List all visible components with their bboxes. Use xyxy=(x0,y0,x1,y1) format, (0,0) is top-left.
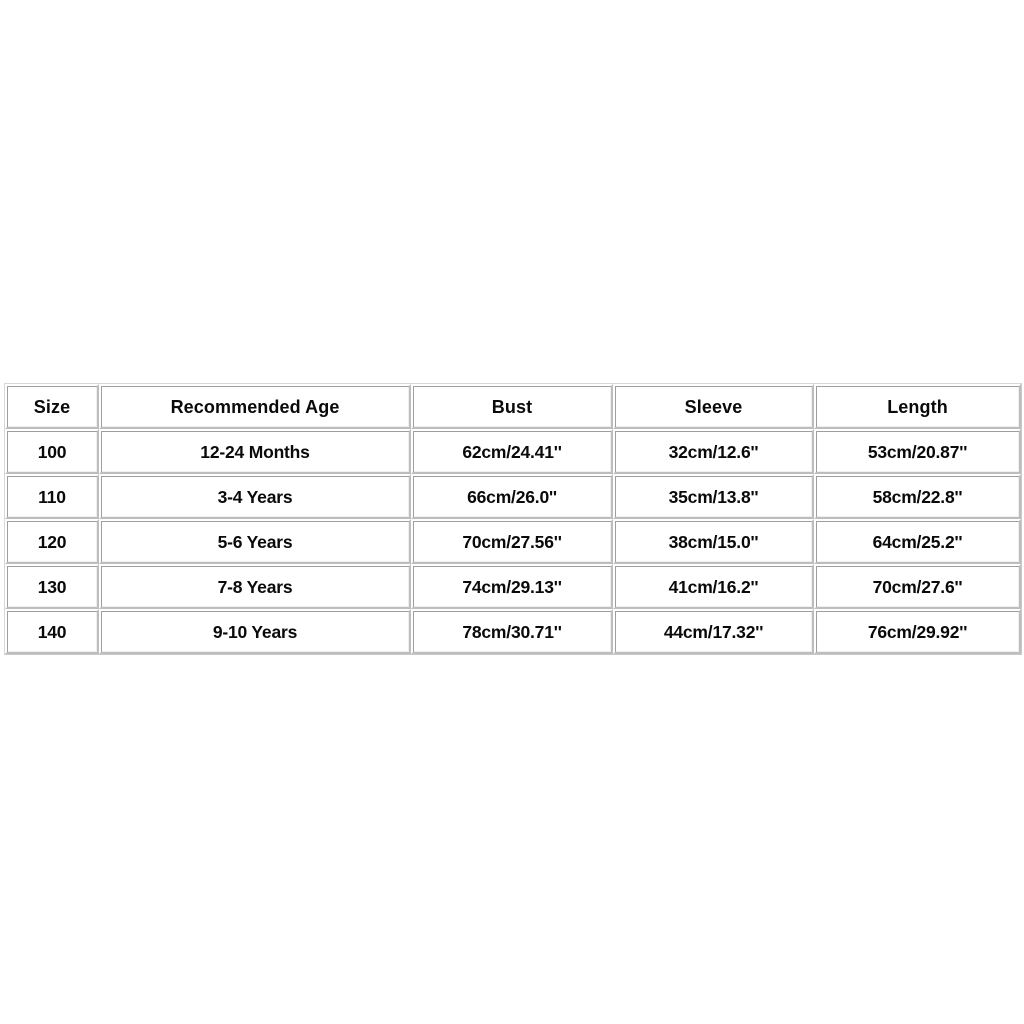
cell-age: 7-8 Years xyxy=(99,564,411,609)
column-header-sleeve: Sleeve xyxy=(613,384,814,429)
table-row: 130 7-8 Years 74cm/29.13'' 41cm/16.2'' 7… xyxy=(5,564,1021,609)
page-canvas: Size Recommended Age Bust Sleeve Length … xyxy=(0,0,1024,1024)
column-header-bust: Bust xyxy=(411,384,613,429)
cell-length: 76cm/29.92'' xyxy=(814,609,1021,654)
table-row: 120 5-6 Years 70cm/27.56'' 38cm/15.0'' 6… xyxy=(5,519,1021,564)
cell-size: 110 xyxy=(5,474,99,519)
cell-bust: 70cm/27.56'' xyxy=(411,519,613,564)
cell-sleeve: 32cm/12.6'' xyxy=(613,429,814,474)
table-row: 100 12-24 Months 62cm/24.41'' 32cm/12.6'… xyxy=(5,429,1021,474)
column-header-age: Recommended Age xyxy=(99,384,411,429)
cell-age: 5-6 Years xyxy=(99,519,411,564)
table-row: 140 9-10 Years 78cm/30.71'' 44cm/17.32''… xyxy=(5,609,1021,654)
cell-bust: 62cm/24.41'' xyxy=(411,429,613,474)
cell-length: 70cm/27.6'' xyxy=(814,564,1021,609)
cell-age: 12-24 Months xyxy=(99,429,411,474)
cell-length: 53cm/20.87'' xyxy=(814,429,1021,474)
cell-size: 130 xyxy=(5,564,99,609)
cell-sleeve: 41cm/16.2'' xyxy=(613,564,814,609)
column-header-length: Length xyxy=(814,384,1021,429)
cell-length: 58cm/22.8'' xyxy=(814,474,1021,519)
column-header-size: Size xyxy=(5,384,99,429)
cell-size: 140 xyxy=(5,609,99,654)
cell-length: 64cm/25.2'' xyxy=(814,519,1021,564)
cell-bust: 74cm/29.13'' xyxy=(411,564,613,609)
cell-bust: 66cm/26.0'' xyxy=(411,474,613,519)
size-chart-container: Size Recommended Age Bust Sleeve Length … xyxy=(4,383,1022,655)
table-row: 110 3-4 Years 66cm/26.0'' 35cm/13.8'' 58… xyxy=(5,474,1021,519)
cell-age: 3-4 Years xyxy=(99,474,411,519)
size-chart-body: Size Recommended Age Bust Sleeve Length … xyxy=(5,384,1021,654)
table-header-row: Size Recommended Age Bust Sleeve Length xyxy=(5,384,1021,429)
cell-sleeve: 44cm/17.32'' xyxy=(613,609,814,654)
cell-sleeve: 38cm/15.0'' xyxy=(613,519,814,564)
cell-size: 120 xyxy=(5,519,99,564)
size-chart-table: Size Recommended Age Bust Sleeve Length … xyxy=(4,383,1022,655)
cell-sleeve: 35cm/13.8'' xyxy=(613,474,814,519)
cell-size: 100 xyxy=(5,429,99,474)
cell-age: 9-10 Years xyxy=(99,609,411,654)
cell-bust: 78cm/30.71'' xyxy=(411,609,613,654)
